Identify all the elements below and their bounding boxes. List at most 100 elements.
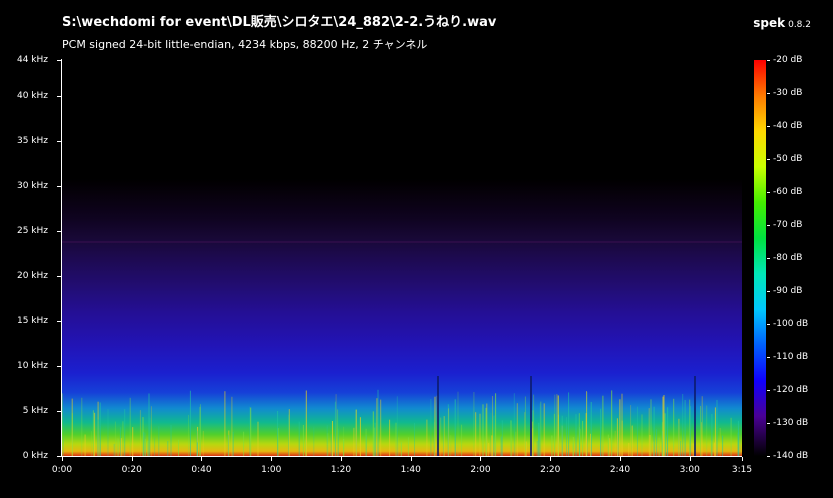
- spectral-streak: [389, 419, 391, 456]
- x-tick-label: 3:15: [731, 465, 753, 475]
- spectral-streak: [116, 438, 118, 456]
- transient-gap: [437, 376, 439, 456]
- spectral-streak: [330, 433, 332, 456]
- x-tick: [62, 457, 63, 461]
- spectral-streak: [189, 390, 191, 456]
- spectral-streak: [568, 392, 570, 456]
- y-tick-label: 20 kHz: [16, 271, 48, 281]
- spectral-streak: [557, 395, 559, 456]
- y-tick-label: 40 kHz: [16, 91, 48, 101]
- spectral-streak: [621, 420, 623, 456]
- spectral-streak: [227, 434, 229, 456]
- spectral-streak: [585, 413, 587, 456]
- db-scale-tick: [767, 291, 770, 292]
- spectral-streak: [500, 436, 502, 456]
- spectral-streak: [380, 399, 382, 456]
- db-scale-label: -40 dB: [773, 121, 803, 131]
- y-tick-label: 0 kHz: [22, 451, 48, 461]
- spectral-streak: [719, 428, 721, 456]
- spectral-streak: [653, 406, 655, 456]
- db-scale-tick: [767, 126, 770, 127]
- spectral-streak: [407, 437, 409, 456]
- spectral-streak: [243, 431, 245, 456]
- spectral-streak: [62, 393, 63, 456]
- spectral-streak: [114, 421, 116, 456]
- spectral-streak: [372, 411, 374, 456]
- spectral-streak: [448, 408, 450, 456]
- spectral-streak: [170, 425, 172, 456]
- spectral-streak: [714, 407, 716, 456]
- app-branding: spek 0.8.2: [753, 12, 811, 31]
- spectral-streak: [682, 394, 684, 456]
- x-tick: [201, 457, 202, 461]
- spectral-streak: [400, 442, 402, 456]
- spectral-streak: [692, 443, 694, 456]
- spectral-streak: [305, 390, 307, 456]
- db-scale-label: -120 dB: [773, 385, 809, 395]
- stream-info: PCM signed 24-bit little-endian, 4234 kb…: [62, 38, 428, 51]
- y-tick-label: 44 kHz: [16, 55, 48, 65]
- x-tick: [550, 457, 551, 461]
- spectral-streak: [398, 437, 400, 456]
- spectral-streak: [706, 405, 708, 456]
- y-tick-label: 35 kHz: [16, 136, 48, 146]
- spectral-streak: [678, 423, 680, 456]
- spectral-streak: [491, 435, 493, 456]
- spectral-streak: [658, 437, 660, 456]
- spectral-streak: [231, 396, 233, 456]
- spectral-band: [62, 241, 742, 243]
- y-tick-label: 10 kHz: [16, 361, 48, 371]
- spectral-streak: [122, 421, 124, 456]
- spectral-streak: [737, 432, 739, 456]
- spectrogram-content: [62, 376, 741, 456]
- spectral-streak: [426, 419, 428, 456]
- db-scale-label: -140 dB: [773, 451, 809, 461]
- spectral-streak: [120, 438, 122, 456]
- spectral-streak: [232, 431, 234, 456]
- spectral-streak: [97, 419, 99, 456]
- spectral-streak: [132, 427, 134, 456]
- spectral-streak: [656, 429, 658, 456]
- spectral-streak: [257, 421, 259, 456]
- y-tick: [57, 96, 61, 97]
- spectral-streak: [154, 437, 156, 456]
- spectral-streak: [337, 409, 339, 456]
- spectral-streak: [113, 443, 115, 456]
- spectral-streak: [148, 393, 150, 456]
- y-tick: [57, 321, 61, 322]
- spectral-streak: [376, 398, 378, 456]
- spectral-streak: [479, 413, 481, 456]
- spectral-streak: [334, 401, 336, 456]
- spectral-streak: [475, 412, 477, 456]
- x-tick-label: 2:40: [609, 465, 631, 475]
- spectral-streak: [107, 409, 109, 456]
- spectral-streak: [648, 408, 650, 456]
- spectral-streak: [701, 396, 703, 456]
- y-tick-label: 30 kHz: [16, 181, 48, 191]
- spectral-streak: [630, 405, 632, 456]
- spectral-streak: [607, 434, 609, 456]
- spectral-streak: [609, 438, 611, 456]
- spectral-streak: [62, 436, 64, 456]
- spectral-streak: [673, 398, 675, 456]
- spectral-streak: [641, 414, 643, 456]
- x-tick: [690, 457, 691, 461]
- y-tick: [57, 456, 61, 457]
- db-scale-tick: [767, 324, 770, 325]
- spectral-streak: [94, 412, 96, 456]
- x-tick: [742, 457, 743, 461]
- spectral-streak: [631, 425, 633, 456]
- db-scale-label: -20 dB: [773, 55, 803, 65]
- spectral-streak: [343, 439, 345, 456]
- spectral-streak: [637, 406, 638, 456]
- spectral-streak: [600, 408, 602, 456]
- x-tick-label: 2:20: [540, 465, 561, 475]
- spectral-streak: [143, 431, 145, 456]
- spectral-streak: [524, 412, 526, 456]
- spectral-streak: [119, 427, 121, 456]
- spectrogram-plot: [62, 60, 742, 456]
- y-tick: [57, 276, 61, 277]
- spectral-streak: [396, 396, 398, 456]
- db-scale-label: -90 dB: [773, 286, 803, 296]
- x-tick-label: 1:20: [330, 465, 352, 475]
